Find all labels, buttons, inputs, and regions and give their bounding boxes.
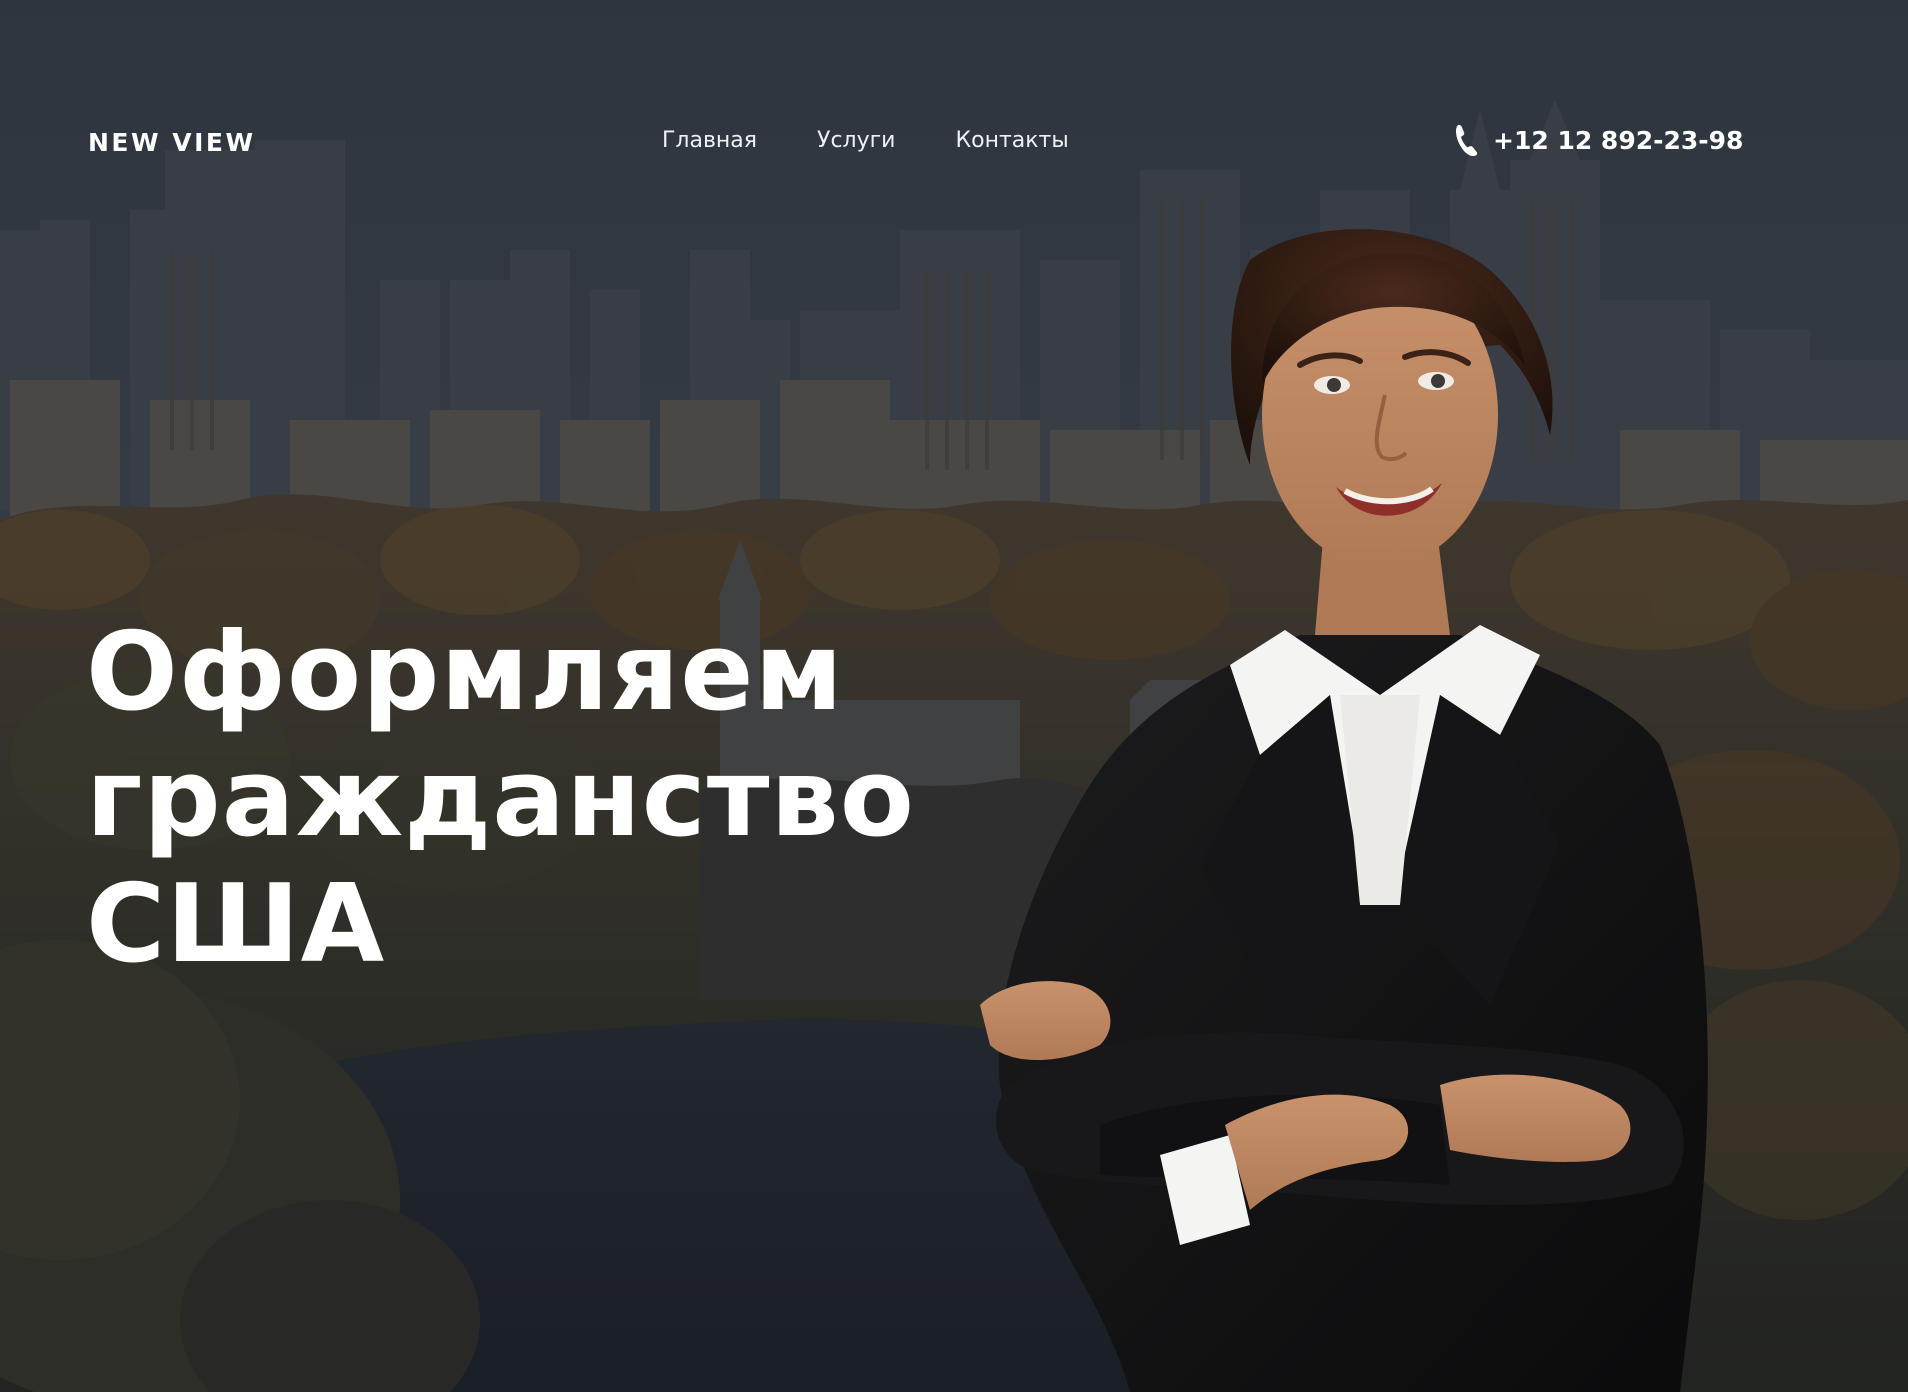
phone-link[interactable]: +12 12 892-23-98: [1453, 124, 1743, 156]
main-nav: Главная Услуги Контакты: [662, 128, 1069, 153]
hero-title-line: гражданство: [86, 736, 915, 861]
phone-number: +12 12 892-23-98: [1493, 125, 1744, 155]
hero-title: Оформляем гражданство США: [86, 610, 986, 988]
hero-title-line: Оформляем: [86, 610, 844, 735]
nav-link-services[interactable]: Услуги: [817, 128, 895, 153]
site-header: NEW VIEW Главная Услуги Контакты +12 12 …: [0, 0, 1908, 290]
portrait-photo: [980, 229, 1708, 1392]
logo[interactable]: NEW VIEW: [88, 128, 256, 157]
hero-title-line: США: [86, 862, 386, 987]
hero-section: NEW VIEW Главная Услуги Контакты +12 12 …: [0, 0, 1908, 1392]
nav-link-home[interactable]: Главная: [662, 128, 757, 153]
nav-link-contacts[interactable]: Контакты: [955, 128, 1068, 153]
phone-icon: [1456, 124, 1478, 156]
